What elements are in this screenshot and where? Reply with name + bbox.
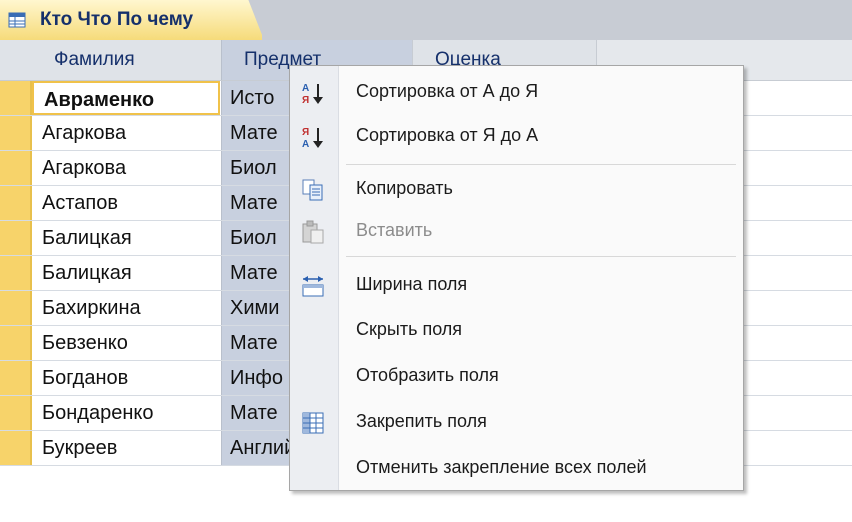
row-selector[interactable] <box>0 81 32 115</box>
menu-item-label: Отменить закрепление всех полей <box>356 457 647 477</box>
row-selector[interactable] <box>0 431 32 465</box>
menu-item-label: Скрыть поля <box>356 319 463 339</box>
menu-item-label: Ширина поля <box>356 274 468 294</box>
menu-item-label: Вставить <box>356 220 433 240</box>
sort-ascending-icon: А Я <box>302 83 323 106</box>
menu-separator <box>346 256 736 257</box>
query-icon <box>8 12 26 28</box>
row-selector[interactable] <box>0 396 32 430</box>
cell-family[interactable]: Балицкая <box>32 256 220 290</box>
cell-family[interactable]: Авраменко <box>32 81 220 115</box>
svg-text:А: А <box>302 83 309 94</box>
cell-family[interactable]: Бондаренко <box>32 396 220 430</box>
menu-item-show-fields[interactable]: Отобразить поля <box>290 355 743 397</box>
row-selector[interactable] <box>0 361 32 395</box>
column-header-family-label: Фамилия <box>54 49 135 70</box>
menu-item-paste: Вставить <box>290 210 743 252</box>
cell-family[interactable]: Балицкая <box>32 221 220 255</box>
column-header-family[interactable]: Фамилия ▾ <box>32 40 231 80</box>
cell-family[interactable]: Бахиркина <box>32 291 220 325</box>
menu-item-label: Копировать <box>356 178 453 198</box>
menu-item-label: Отобразить поля <box>356 365 499 385</box>
cell-family[interactable]: Астапов <box>32 186 220 220</box>
menu-item-sort-asc[interactable]: А Я Сортировка от А до Я <box>290 71 743 113</box>
context-menu: А Я Сортировка от А до Я Я А Сортировка … <box>289 65 744 491</box>
paste-icon <box>302 220 324 244</box>
svg-text:А: А <box>302 139 309 150</box>
object-tab-strip: Кто Что По чему <box>0 0 852 41</box>
menu-item-label: Сортировка от А до Я <box>356 81 539 101</box>
row-selector[interactable] <box>0 116 32 150</box>
svg-text:Я: Я <box>302 127 309 138</box>
menu-item-freeze-fields[interactable]: Закрепить поля <box>290 401 743 443</box>
query-tab[interactable]: Кто Что По чему <box>0 0 262 41</box>
select-all-corner[interactable] <box>0 40 32 80</box>
menu-item-hide-fields[interactable]: Скрыть поля <box>290 309 743 351</box>
freeze-fields-icon <box>302 412 324 434</box>
copy-icon <box>302 179 323 201</box>
menu-item-sort-desc[interactable]: Я А Сортировка от Я до А <box>290 115 743 157</box>
row-selector[interactable] <box>0 151 32 185</box>
menu-item-unfreeze-all[interactable]: Отменить закрепление всех полей <box>290 447 743 489</box>
menu-item-label: Сортировка от Я до А <box>356 125 539 145</box>
row-selector[interactable] <box>0 291 32 325</box>
svg-text:Я: Я <box>302 95 309 106</box>
cell-family[interactable]: Агаркова <box>32 151 220 185</box>
tab-title: Кто Что По чему <box>40 9 194 30</box>
menu-item-copy[interactable]: Копировать <box>290 168 743 210</box>
cell-family[interactable]: Богданов <box>32 361 220 395</box>
menu-item-column-width[interactable]: Ширина поля <box>290 264 743 306</box>
column-width-icon <box>302 276 324 297</box>
row-selector[interactable] <box>0 326 32 360</box>
cell-family[interactable]: Бевзенко <box>32 326 220 360</box>
row-selector[interactable] <box>0 221 32 255</box>
sort-descending-icon: Я А <box>302 127 323 150</box>
menu-item-label: Закрепить поля <box>356 411 487 431</box>
cell-family[interactable]: Букреев <box>32 431 220 465</box>
menu-separator <box>346 164 736 165</box>
cell-family[interactable]: Агаркова <box>32 116 220 150</box>
row-selector[interactable] <box>0 186 32 220</box>
row-selector[interactable] <box>0 256 32 290</box>
